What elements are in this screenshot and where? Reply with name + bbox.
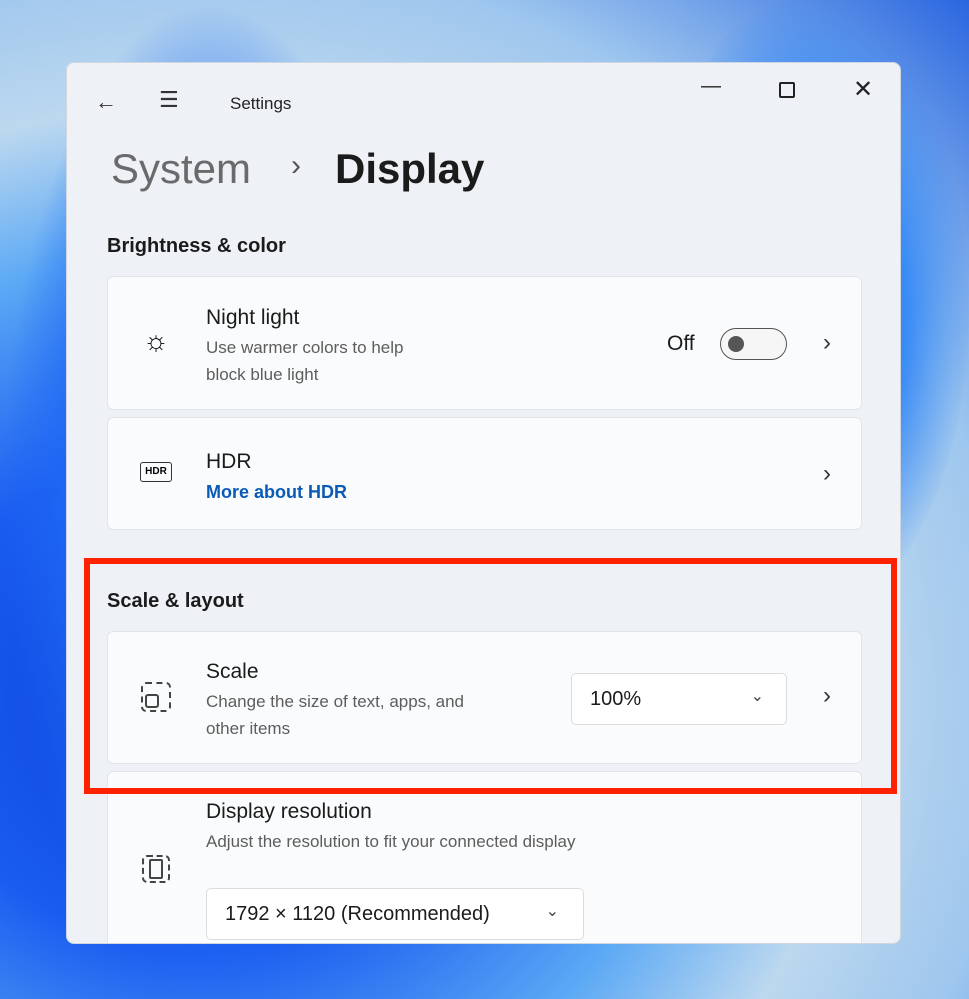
hdr-title: HDR xyxy=(206,450,252,473)
settings-window: ← ☰ Settings — ✕ System › Display Bright… xyxy=(66,62,901,944)
night-light-desc-line2: block blue light xyxy=(206,365,319,384)
night-light-desc: Use warmer colors to help block blue ligh… xyxy=(206,334,403,388)
night-light-state: Off xyxy=(667,332,695,355)
resolution-dropdown[interactable]: 1792 × 1120 (Recommended) ⌄ xyxy=(206,888,584,940)
page-title: Display xyxy=(335,145,485,192)
chevron-right-icon: › xyxy=(823,460,831,487)
chevron-down-icon: ⌄ xyxy=(545,903,559,920)
hdr-card[interactable]: HDR HDR More about HDR › xyxy=(107,417,862,530)
back-button[interactable]: ← xyxy=(95,89,117,115)
minimize-button[interactable]: — xyxy=(701,75,721,98)
display-resolution-card: Display resolution Adjust the resolution… xyxy=(107,771,862,943)
resolution-icon xyxy=(142,855,170,883)
window-title: Settings xyxy=(230,94,292,113)
night-light-desc-line1: Use warmer colors to help xyxy=(206,338,404,357)
breadcrumb-system[interactable]: System xyxy=(111,145,251,193)
more-about-hdr-link[interactable]: More about HDR xyxy=(206,482,347,503)
close-button[interactable]: ✕ xyxy=(853,75,873,104)
breadcrumb-separator: › xyxy=(291,149,301,182)
hdr-icon: HDR xyxy=(140,462,172,482)
chevron-right-icon: › xyxy=(823,329,831,356)
brightness-icon: ☼ xyxy=(143,325,169,356)
night-light-card[interactable]: ☼ Night light Use warmer colors to help b… xyxy=(107,276,862,410)
night-light-title: Night light xyxy=(206,306,300,329)
resolution-title: Display resolution xyxy=(206,800,372,823)
menu-button[interactable]: ☰ xyxy=(159,87,179,113)
resolution-desc: Adjust the resolution to fit your connec… xyxy=(206,832,576,851)
highlight-box xyxy=(84,558,897,794)
night-light-toggle[interactable] xyxy=(720,328,787,360)
resolution-value: 1792 × 1120 (Recommended) xyxy=(225,903,490,925)
section-heading-brightness: Brightness & color xyxy=(107,235,286,257)
maximize-button[interactable] xyxy=(779,82,795,98)
